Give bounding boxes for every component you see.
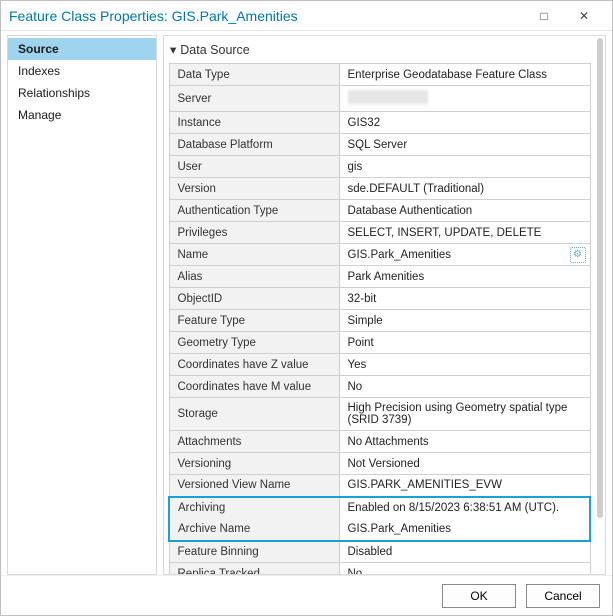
close-icon[interactable]: ✕ [564, 1, 604, 31]
property-value: High Precision using Geometry spatial ty… [339, 398, 590, 431]
sidebar-item-relationships[interactable]: Relationships [8, 82, 156, 104]
property-row: InstanceGIS32 [169, 112, 590, 134]
dialog-footer: OK Cancel [1, 575, 612, 615]
ok-button[interactable]: OK [442, 584, 516, 608]
properties-table: Data TypeEnterprise Geodatabase Feature … [168, 63, 591, 575]
property-key: Geometry Type [169, 332, 339, 354]
property-key: Feature Binning [169, 541, 339, 563]
property-key: Alias [169, 266, 339, 288]
property-value: Disabled [339, 541, 590, 563]
property-value: Enabled on 8/15/2023 6:38:51 AM (UTC). [339, 497, 590, 519]
sidebar: Source Indexes Relationships Manage [7, 35, 157, 575]
property-key: Instance [169, 112, 339, 134]
redacted-value [348, 90, 428, 104]
property-value [339, 86, 590, 112]
property-value: GIS.Park_Amenities [339, 519, 590, 541]
sidebar-item-manage[interactable]: Manage [8, 104, 156, 126]
sidebar-item-source[interactable]: Source [8, 38, 156, 60]
section-header[interactable]: ▾ Data Source [168, 38, 591, 63]
property-row: StorageHigh Precision using Geometry spa… [169, 398, 590, 431]
property-value: Not Versioned [339, 453, 590, 475]
property-key: Coordinates have M value [169, 376, 339, 398]
property-value: 32-bit [339, 288, 590, 310]
property-value: Simple [339, 310, 590, 332]
property-key: Versioning [169, 453, 339, 475]
property-row: Database PlatformSQL Server [169, 134, 590, 156]
property-row: Feature BinningDisabled [169, 541, 590, 563]
property-value: gis [339, 156, 590, 178]
property-row: AttachmentsNo Attachments [169, 431, 590, 453]
property-row: VersioningNot Versioned [169, 453, 590, 475]
property-row: Server [169, 86, 590, 112]
property-key: ObjectID [169, 288, 339, 310]
property-value: SQL Server [339, 134, 590, 156]
window-title: Feature Class Properties: GIS.Park_Ameni… [9, 8, 524, 24]
property-key: User [169, 156, 339, 178]
section-title: Data Source [180, 43, 249, 57]
property-key: Feature Type [169, 310, 339, 332]
property-value: Point [339, 332, 590, 354]
property-value: Database Authentication [339, 200, 590, 222]
scrollbar-thumb[interactable] [597, 38, 603, 518]
sidebar-item-indexes[interactable]: Indexes [8, 60, 156, 82]
property-row: NameGIS.Park_Amenities⚙ [169, 244, 590, 266]
property-key: Version [169, 178, 339, 200]
dialog-window: Feature Class Properties: GIS.Park_Ameni… [0, 0, 613, 616]
property-row: Archive NameGIS.Park_Amenities [169, 519, 590, 541]
property-row: Versioned View NameGIS.PARK_AMENITIES_EV… [169, 475, 590, 497]
content-panel: ▾ Data Source Data TypeEnterprise Geodat… [163, 35, 606, 575]
property-value: Park Amenities [339, 266, 590, 288]
property-row: Versionsde.DEFAULT (Traditional) [169, 178, 590, 200]
property-key: Coordinates have Z value [169, 354, 339, 376]
property-key: Archiving [169, 497, 339, 519]
property-row: AliasPark Amenities [169, 266, 590, 288]
property-value: GIS.PARK_AMENITIES_EVW [339, 475, 590, 497]
cancel-button[interactable]: Cancel [526, 584, 600, 608]
property-key: Attachments [169, 431, 339, 453]
property-key: Name [169, 244, 339, 266]
property-row: ObjectID32-bit [169, 288, 590, 310]
property-row: PrivilegesSELECT, INSERT, UPDATE, DELETE [169, 222, 590, 244]
property-row: Authentication TypeDatabase Authenticati… [169, 200, 590, 222]
property-key: Replica Tracked [169, 563, 339, 576]
property-value: No Attachments [339, 431, 590, 453]
gear-icon[interactable]: ⚙ [570, 247, 586, 263]
maximize-icon[interactable]: □ [524, 1, 564, 31]
property-key: Server [169, 86, 339, 112]
property-value: sde.DEFAULT (Traditional) [339, 178, 590, 200]
property-value: Enterprise Geodatabase Feature Class [339, 64, 590, 86]
property-value: Yes [339, 354, 590, 376]
chevron-down-icon: ▾ [170, 42, 176, 57]
scrollbar[interactable] [597, 38, 603, 572]
property-key: Storage [169, 398, 339, 431]
property-value: GIS32 [339, 112, 590, 134]
property-row: Usergis [169, 156, 590, 178]
property-value: SELECT, INSERT, UPDATE, DELETE [339, 222, 590, 244]
title-bar: Feature Class Properties: GIS.Park_Ameni… [1, 1, 612, 31]
property-key: Privileges [169, 222, 339, 244]
property-row: Replica TrackedNo [169, 563, 590, 576]
property-key: Authentication Type [169, 200, 339, 222]
property-value: No [339, 376, 590, 398]
property-row: Geometry TypePoint [169, 332, 590, 354]
property-row: ArchivingEnabled on 8/15/2023 6:38:51 AM… [169, 497, 590, 519]
property-value: No [339, 563, 590, 576]
property-row: Coordinates have M valueNo [169, 376, 590, 398]
property-value: GIS.Park_Amenities⚙ [339, 244, 590, 266]
property-key: Archive Name [169, 519, 339, 541]
property-row: Coordinates have Z valueYes [169, 354, 590, 376]
property-key: Database Platform [169, 134, 339, 156]
property-key: Versioned View Name [169, 475, 339, 497]
property-key: Data Type [169, 64, 339, 86]
property-row: Data TypeEnterprise Geodatabase Feature … [169, 64, 590, 86]
property-row: Feature TypeSimple [169, 310, 590, 332]
